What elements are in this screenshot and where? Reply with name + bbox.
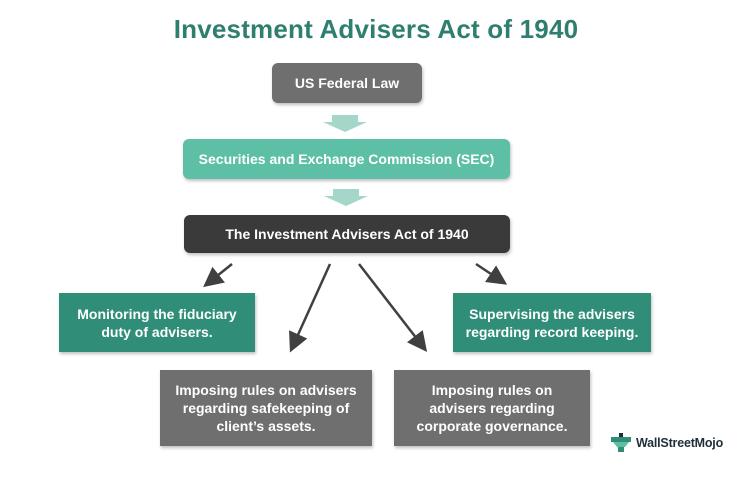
wallstreetmojo-logo-icon — [611, 433, 631, 452]
node-us-federal-law-label: US Federal Law — [294, 75, 400, 91]
node-us-federal-law: US Federal Law — [272, 63, 422, 103]
node-record-keeping-label: Supervising the advisers regarding recor… — [465, 305, 639, 340]
arrow-to-governance — [358, 263, 428, 352]
wallstreetmojo-logo: WallStreetMojo — [609, 432, 723, 454]
node-corporate-governance: Imposing rules on advisers regarding cor… — [394, 370, 590, 446]
node-corporate-governance-label: Imposing rules on advisers regarding cor… — [416, 382, 568, 434]
down-arrow-law-to-sec — [323, 115, 367, 132]
node-safekeeping-assets: Imposing rules on advisers regarding saf… — [160, 370, 372, 446]
arrow-to-record-keeping — [475, 262, 508, 285]
wallstreetmojo-logo-text: WallStreetMojo — [636, 436, 724, 450]
node-fiduciary-duty: Monitoring the fiduciary duty of adviser… — [59, 293, 255, 352]
node-sec-label: Securities and Exchange Commission (SEC) — [198, 151, 495, 167]
node-investment-advisers-act: The Investment Advisers Act of 1940 — [184, 215, 510, 253]
diagram-title: Investment Advisers Act of 1940 — [173, 14, 579, 44]
node-safekeeping-assets-label: Imposing rules on advisers regarding saf… — [175, 382, 357, 434]
node-sec: Securities and Exchange Commission (SEC) — [183, 139, 510, 179]
arrow-to-fiduciary — [203, 263, 233, 288]
node-fiduciary-duty-label: Monitoring the fiduciary duty of adviser… — [77, 305, 237, 340]
down-arrow-sec-to-act — [324, 189, 368, 206]
node-record-keeping: Supervising the advisers regarding recor… — [453, 293, 651, 352]
node-investment-advisers-act-label: The Investment Advisers Act of 1940 — [225, 226, 469, 242]
arrow-to-safekeeping — [289, 263, 332, 353]
